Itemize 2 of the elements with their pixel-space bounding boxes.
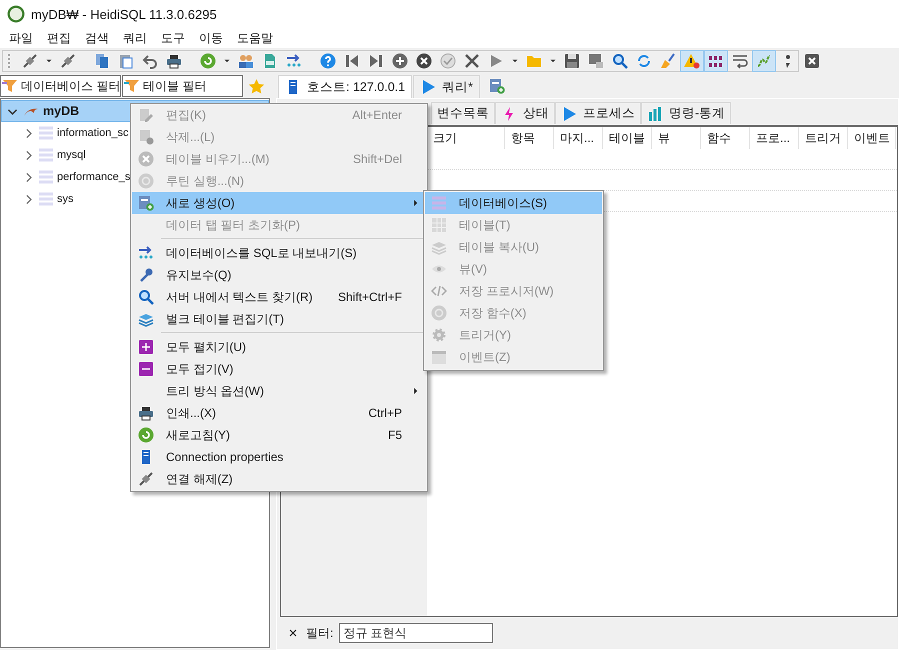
window-title: myDB₩ - HeidiSQL 11.3.0.6295 xyxy=(31,6,217,22)
filter-label: 필터: xyxy=(306,624,334,642)
